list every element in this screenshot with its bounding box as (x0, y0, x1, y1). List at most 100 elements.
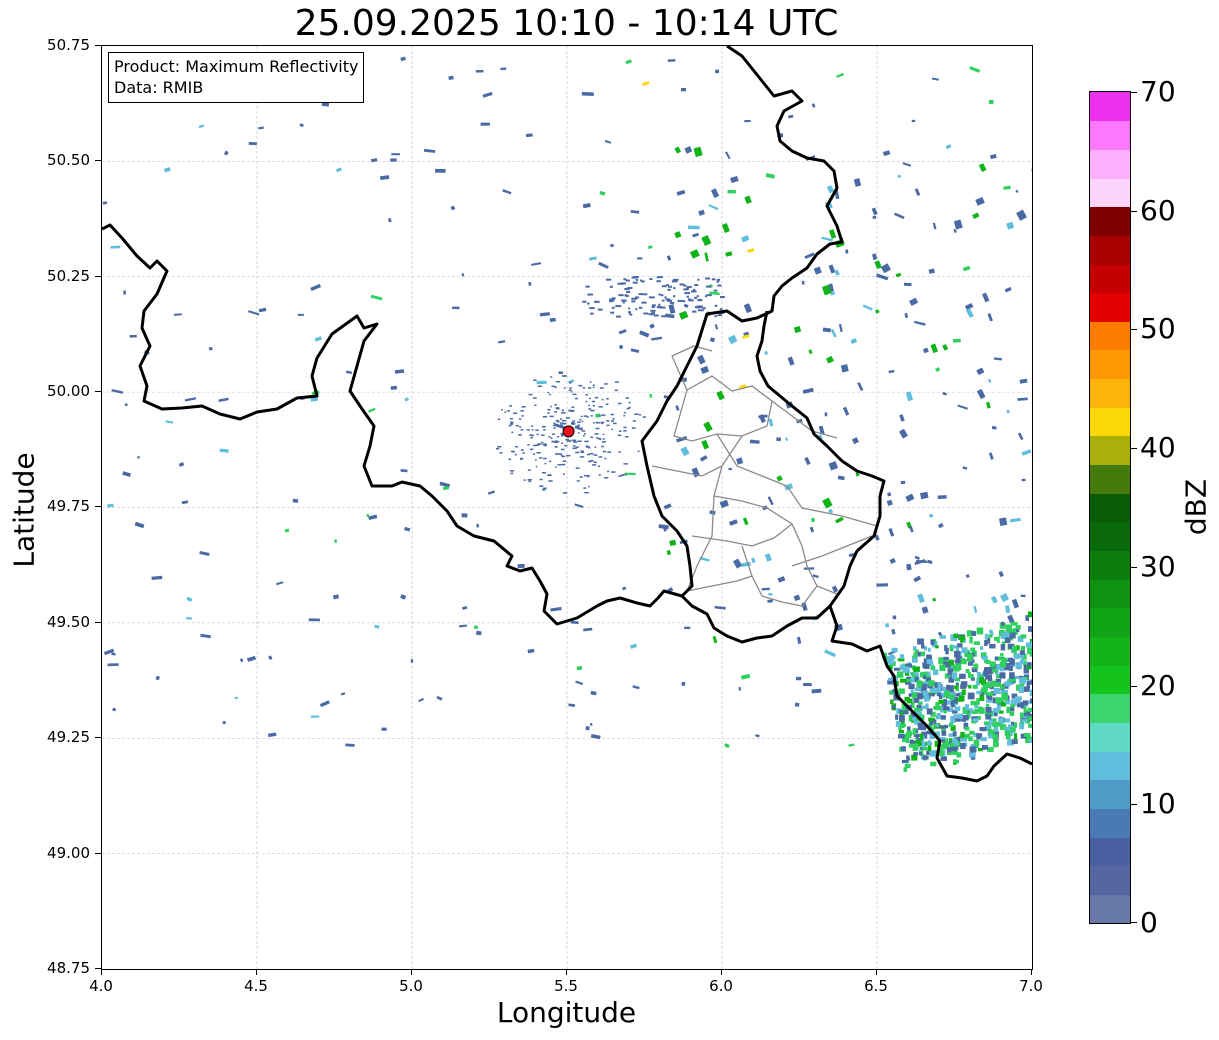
echo-cell (542, 487, 547, 490)
echo-cell (624, 436, 629, 438)
echo-cell (577, 440, 582, 442)
echo-cell (611, 428, 614, 431)
echo-cell (965, 669, 970, 674)
echo-cell (899, 711, 904, 716)
y-axis-label: Latitude (7, 452, 41, 568)
echo-cell (186, 596, 193, 602)
echo-cell (826, 185, 835, 194)
echo-cell (542, 472, 547, 474)
echo-cell (730, 175, 739, 184)
radar-map-plot[interactable]: Product: Maximum Reflectivity Data: RMIB (101, 45, 1033, 970)
echo-cell (692, 232, 699, 238)
echo-cell (1027, 716, 1032, 721)
echo-cell (587, 293, 594, 296)
echo-cell (697, 299, 703, 302)
echo-cell (656, 280, 661, 283)
echo-cell (589, 722, 593, 726)
echo-cell (1026, 684, 1031, 690)
echo-cell (1018, 686, 1024, 694)
echo-cell (370, 158, 378, 163)
echo-cell (738, 687, 742, 691)
echo-cell (568, 703, 576, 708)
echo-cell (987, 378, 992, 384)
echo-cell (1015, 697, 1021, 704)
x-tick-mark (411, 969, 412, 975)
echo-cell (527, 648, 535, 654)
echo-cell (556, 420, 560, 422)
colorbar-segment (1090, 177, 1130, 208)
echo-cell (950, 700, 954, 708)
y-tick-label: 49.25 (47, 728, 90, 746)
echo-cell (898, 733, 905, 739)
echo-cell (935, 367, 941, 372)
echo-cell (736, 457, 744, 465)
echo-cell (628, 307, 631, 310)
echo-cell (581, 91, 594, 96)
echo-cell (985, 703, 990, 708)
echo-cell (976, 690, 982, 695)
echo-cell (971, 710, 978, 714)
echo-cell (828, 229, 837, 239)
echo-cell (340, 692, 346, 696)
echo-cell (374, 624, 380, 629)
echo-cell (887, 657, 894, 665)
echo-cell (1003, 185, 1011, 190)
echo-cell (588, 485, 590, 488)
y-tick-mark (95, 276, 101, 277)
echo-cell (984, 633, 988, 640)
echo-cell (400, 56, 406, 62)
echo-cell (299, 123, 304, 128)
echo-cell (1009, 658, 1015, 666)
echo-cell (310, 715, 320, 718)
echo-cell (541, 441, 544, 444)
echo-cell (528, 480, 532, 483)
colorbar-tick-label: 0 (1140, 906, 1158, 939)
echo-cell (509, 417, 513, 420)
echo-cell (618, 328, 627, 335)
echo-cell (602, 450, 607, 453)
echo-cell (725, 251, 733, 257)
echo-cell (513, 412, 518, 414)
echo-cell (1008, 666, 1013, 672)
echo-cell (612, 418, 615, 420)
echo-cell (875, 273, 889, 281)
echo-cell (890, 699, 894, 704)
x-tick-label: 4.0 (89, 977, 113, 995)
echo-cell (701, 439, 710, 450)
echo-cell (579, 418, 582, 421)
echo-cell (922, 683, 927, 691)
echo-cell (585, 445, 589, 447)
echo-cell (962, 466, 968, 470)
echo-cell (267, 732, 277, 738)
echo-cell (899, 678, 907, 683)
echo-cell (1009, 632, 1016, 639)
echo-cell (509, 470, 514, 472)
y-tick-label: 50.25 (47, 267, 90, 285)
echo-cell (667, 59, 676, 62)
echo-cell (345, 370, 353, 375)
echo-cell (589, 307, 595, 310)
echo-cell (724, 743, 730, 749)
echo-cell (914, 188, 921, 197)
echo-cell (982, 292, 990, 303)
echo-cell (681, 87, 687, 92)
echo-cell (332, 594, 340, 600)
echo-cell (649, 277, 653, 280)
x-axis-label: Longitude (496, 996, 637, 1029)
echo-cell (527, 479, 532, 481)
echo-cell (649, 393, 653, 398)
echo-cell (727, 189, 736, 194)
echo-cell (575, 451, 580, 454)
colorbar-segment (1090, 263, 1130, 294)
echo-cell (935, 645, 939, 649)
echo-cell (536, 452, 541, 454)
echo-cell (532, 397, 537, 399)
echo-cell (934, 684, 938, 689)
map-title: 25.09.2025 10:10 - 10:14 UTC (294, 3, 839, 44)
echo-cell (553, 422, 556, 424)
x-tick-label: 4.5 (244, 977, 268, 995)
echo-cell (840, 364, 849, 373)
echo-cell (276, 581, 284, 586)
echo-cell (686, 295, 690, 298)
echo-cell (876, 583, 889, 587)
